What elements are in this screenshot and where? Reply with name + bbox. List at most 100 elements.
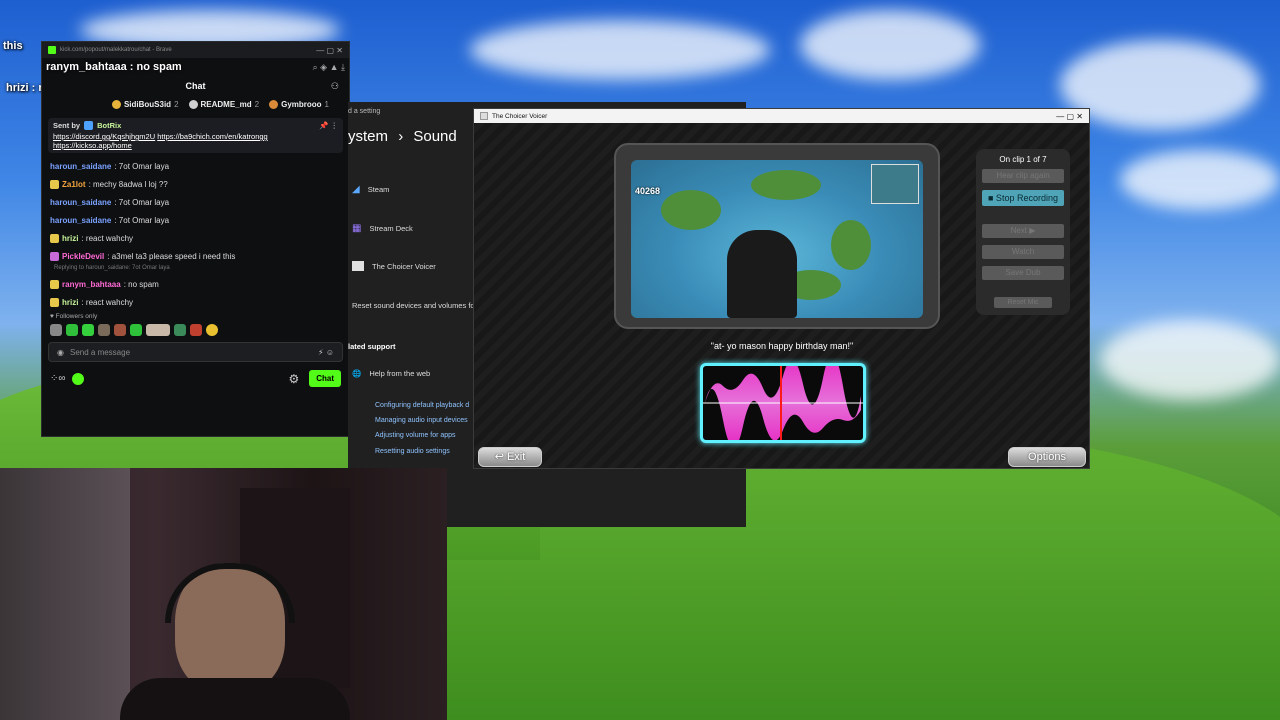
settings-row-label: Stream Deck — [369, 223, 413, 233]
chat-text: : 7ot Omar laya — [114, 161, 170, 171]
subscriber-badge-icon — [50, 251, 59, 261]
save-dub-button[interactable]: Save Dub — [982, 266, 1064, 280]
pinned-link-kickso[interactable]: https://kickso.app/home — [53, 141, 132, 150]
emote-icon[interactable] — [174, 324, 186, 336]
settings-row-steam[interactable]: ◢ Steam — [352, 174, 476, 204]
chat-username[interactable]: haroun_saidane — [50, 162, 111, 171]
gifter-rank-icon — [188, 99, 198, 109]
exit-button[interactable]: ↩ Exit — [478, 447, 542, 467]
support-link[interactable]: Configuring default playback d — [375, 402, 469, 409]
next-button[interactable]: Next ▶ — [982, 224, 1064, 238]
emote-icon[interactable] — [66, 324, 78, 336]
chat-message[interactable]: hrizi : react wahchy — [42, 293, 349, 311]
app-icon — [352, 261, 364, 271]
video-counter: 40268 — [635, 186, 661, 196]
browser-url: kick.com/popout/malekkatrou/chat - Brave — [60, 47, 172, 53]
pin-icon[interactable]: 📌 ⋮ — [319, 121, 338, 130]
gifter-count: 2 — [254, 99, 260, 109]
emote-bar[interactable] — [42, 322, 349, 338]
settings-gear-icon[interactable]: ⚙ — [288, 372, 299, 386]
stop-recording-button[interactable]: ■ Stop Recording — [982, 190, 1064, 206]
settings-row-stream-deck[interactable]: ▦ Stream Deck — [352, 213, 476, 243]
chat-username[interactable]: hrizi — [62, 234, 78, 243]
chat-message[interactable]: Za1lot : mechy 8adwa l loj ?? — [42, 175, 349, 193]
gifter-count: 2 — [174, 99, 179, 109]
reset-mic-button[interactable]: Reset Mic — [994, 297, 1052, 308]
window-controls-icon[interactable]: — ▢ ✕ — [316, 46, 343, 55]
chat-message[interactable]: haroun_saidane : 7ot Omar laya — [42, 211, 349, 229]
overlay-this-label: this — [3, 40, 23, 52]
pinned-sender: BotRix — [97, 121, 122, 130]
settings-row-label: The Choicer Voicer — [372, 261, 436, 271]
video-preview: 40268 — [631, 160, 923, 318]
pinned-link-ba9chich[interactable]: https://ba9chich.com/en/katrongg — [157, 132, 267, 141]
chat-username[interactable]: PickleDevil — [62, 252, 104, 261]
top-gifter[interactable]: Gymbrooo 1 — [269, 99, 329, 109]
chat-text: : 7ot Omar laya — [114, 215, 170, 225]
emote-icon[interactable] — [98, 324, 110, 336]
watch-button[interactable]: Watch — [982, 245, 1064, 259]
support-link[interactable]: Resetting audio settings — [375, 448, 450, 455]
help-from-web-row[interactable]: 🌐 Help from the web — [352, 358, 476, 388]
breadcrumb-separator: › — [398, 128, 404, 145]
emoji-picker-icon[interactable]: ⚡ ☺ — [318, 348, 334, 357]
emote-icon[interactable] — [114, 324, 126, 336]
options-button[interactable]: Options — [1008, 447, 1086, 467]
emote-icon[interactable] — [146, 324, 170, 336]
settings-breadcrumb: ystem › Sound — [348, 128, 457, 145]
chat-username[interactable]: haroun_saidane — [50, 216, 111, 225]
bot-badge-icon — [84, 121, 94, 130]
send-message-input[interactable]: ◉ Send a message ⚡ ☺ — [48, 342, 343, 362]
user-settings-icon[interactable]: ⚇ — [331, 81, 339, 92]
chat-send-button[interactable]: Chat — [309, 370, 341, 387]
kick-points-icon[interactable] — [71, 372, 84, 385]
chat-message[interactable]: haroun_saidane : 7ot Omar laya — [42, 193, 349, 211]
webcam-feed — [0, 468, 447, 720]
chat-message[interactable]: ranym_bahtaaa : no spam — [42, 275, 349, 293]
pinned-link-discord[interactable]: https://discord.gg/Kqshjhgm2U — [53, 132, 155, 141]
breadcrumb-system[interactable]: ystem — [348, 128, 388, 145]
settings-row-reset-sound[interactable]: Reset sound devices and volumes fo — [352, 290, 476, 320]
kick-chat-window: kick.com/popout/malekkatrou/chat - Brave… — [41, 41, 350, 437]
settings-row-label: Steam — [367, 184, 390, 194]
overlay-top-message-bar: ranym_bahtaaa : no spam ⌕ ◈ ▲ ⤓ — [42, 58, 349, 76]
chat-message[interactable]: haroun_saidane : 7ot Omar laya — [42, 157, 349, 175]
chat-header: Chat ⚇ — [42, 76, 349, 96]
points-icon[interactable]: ⁘∞ — [50, 373, 66, 384]
chat-username[interactable]: ranym_bahtaaa — [62, 280, 121, 289]
choicer-voicer-window: The Choicer Voicer — ▢ ✕ 40268 On clip 1… — [473, 108, 1090, 469]
browser-toolbar-icons[interactable]: ⌕ ◈ ▲ ⤓ — [313, 62, 345, 73]
emote-icon[interactable] — [206, 324, 218, 336]
support-link[interactable]: Managing audio input devices — [375, 417, 468, 424]
chat-username[interactable]: Za1lot — [62, 180, 86, 189]
chat-message-list: haroun_saidane : 7ot Omar laya Za1lot : m… — [42, 157, 349, 265]
subscriber-badge-icon — [50, 233, 59, 243]
hear-clip-again-button[interactable]: Hear clip again — [982, 169, 1064, 183]
emote-icon[interactable] — [130, 324, 142, 336]
browser-titlebar: kick.com/popout/malekkatrou/chat - Brave… — [42, 42, 349, 58]
chat-text: : mechy 8adwa l loj ?? — [88, 179, 168, 189]
top-gifter[interactable]: SidiBouS3id 2 — [111, 99, 179, 109]
chat-message-list-2: ranym_bahtaaa : no spam hrizi : react wah… — [42, 275, 349, 311]
chat-username[interactable]: hrizi — [62, 298, 78, 307]
chat-message[interactable]: hrizi : react wahchy — [42, 229, 349, 247]
support-link[interactable]: Adjusting volume for apps — [375, 432, 456, 439]
emote-icon[interactable] — [82, 324, 94, 336]
chat-username[interactable]: haroun_saidane — [50, 198, 111, 207]
followers-only-notice: ♥ Followers only — [50, 313, 98, 320]
settings-search-text: d a setting — [348, 108, 381, 115]
settings-row-choicer-voicer[interactable]: The Choicer Voicer — [352, 251, 476, 281]
subscriber-badge-icon — [50, 297, 59, 307]
top-gifter[interactable]: README_md 2 — [188, 99, 260, 109]
emote-icon[interactable] — [50, 324, 62, 336]
emote-icon[interactable] — [190, 324, 202, 336]
chat-text: : react wahchy — [81, 297, 134, 307]
overlay-top-message: ranym_bahtaaa : no spam — [46, 61, 182, 73]
chat-text: : react wahchy — [81, 233, 134, 243]
gifter-name: README_md — [200, 99, 252, 109]
steam-icon: ◢ — [352, 183, 360, 195]
window-controls-icon[interactable]: — ▢ ✕ — [1056, 112, 1083, 121]
waveform-graphic — [703, 366, 863, 440]
chat-message[interactable]: PickleDevil : a3mel ta3 please speed i n… — [42, 247, 349, 265]
breadcrumb-sound: Sound — [413, 128, 457, 145]
